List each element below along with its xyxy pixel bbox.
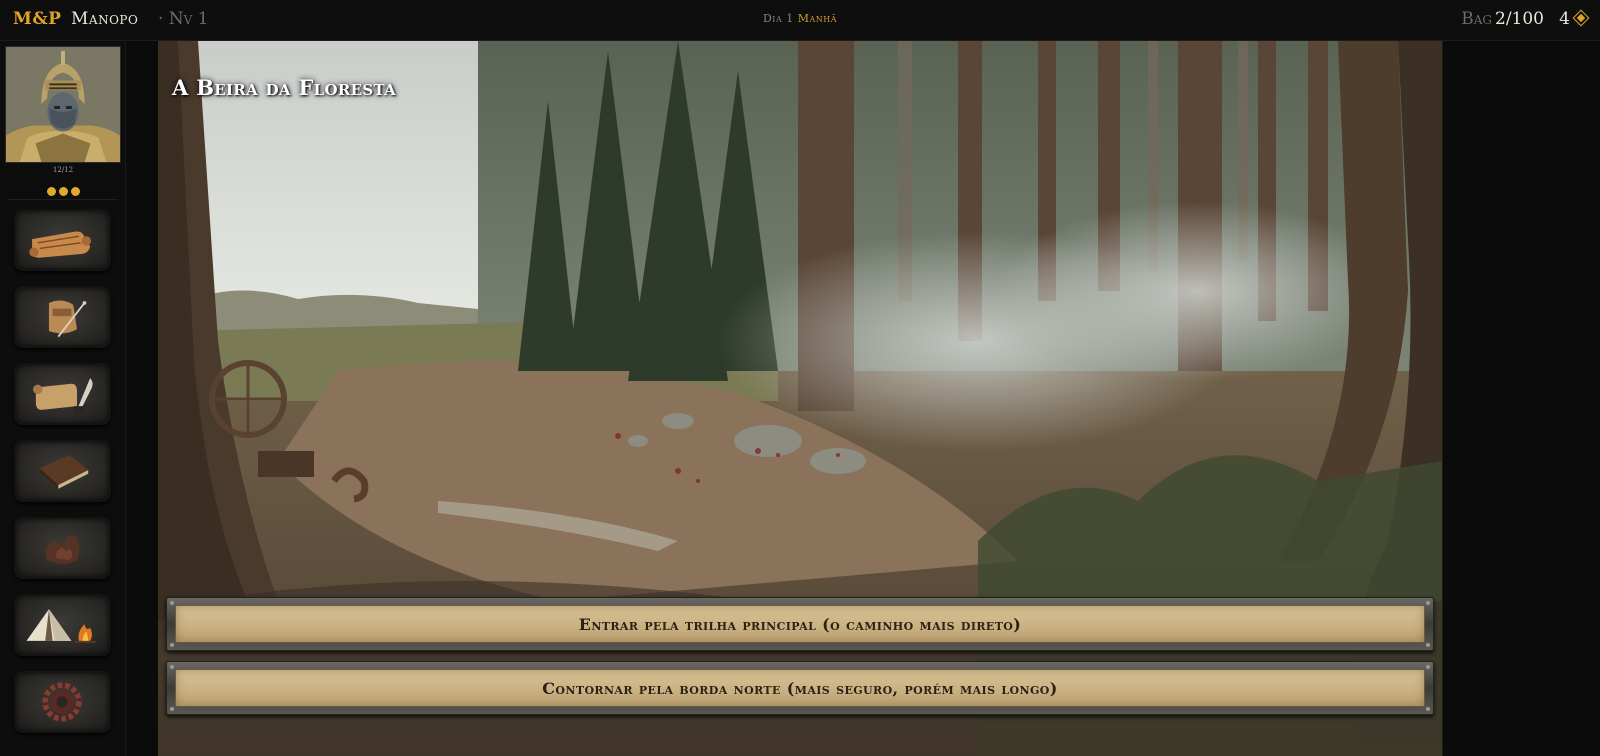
rivet bbox=[1426, 707, 1430, 711]
rivet bbox=[170, 601, 174, 605]
rivet bbox=[170, 665, 174, 669]
top-bar: M&P Manopo · Nv 1 Dia 1 Manhã Bag 2/100 4 bbox=[0, 0, 1600, 41]
settings-gear-icon bbox=[42, 682, 82, 722]
choice-north-edge-button[interactable]: Contornar pela borda norte (mais seguro,… bbox=[166, 661, 1434, 715]
map-scroll-icon bbox=[29, 231, 92, 258]
rivet bbox=[1426, 643, 1430, 647]
skills-button[interactable] bbox=[14, 517, 111, 579]
period-label: Manhã bbox=[797, 12, 838, 25]
gold-counter: 4 bbox=[1559, 9, 1590, 29]
choice-main-trail-button[interactable]: Entrar pela trilha principal (o caminho … bbox=[166, 597, 1434, 651]
choice-label: Entrar pela trilha principal (o caminho … bbox=[578, 614, 1022, 634]
scene-view: A Beira da Floresta Entrar pela trilha p… bbox=[158, 41, 1442, 756]
gold-amount: 4 bbox=[1559, 9, 1570, 29]
map-button[interactable] bbox=[14, 209, 111, 271]
right-panel bbox=[1442, 41, 1600, 756]
rivet bbox=[170, 707, 174, 711]
skills-flame-icon bbox=[45, 535, 80, 564]
quests-button[interactable] bbox=[14, 363, 111, 425]
hp-counter: 12/12 bbox=[52, 166, 74, 174]
action-point-pip bbox=[70, 187, 80, 196]
bag-label: Bag bbox=[1461, 9, 1492, 29]
rivet bbox=[1426, 665, 1430, 669]
bag-count: 2/100 bbox=[1495, 9, 1544, 29]
camp-button[interactable] bbox=[14, 594, 111, 656]
day-label: Dia 1 bbox=[762, 12, 794, 25]
bag-capacity[interactable]: Bag 2/100 bbox=[1461, 9, 1544, 29]
quest-scroll-quill-icon bbox=[33, 378, 93, 414]
inventory-button[interactable] bbox=[14, 286, 111, 348]
character-portrait[interactable] bbox=[5, 46, 121, 163]
camp-tent-icon bbox=[26, 609, 96, 643]
action-points bbox=[0, 181, 126, 200]
action-point-pip bbox=[46, 187, 56, 196]
rivet bbox=[1426, 601, 1430, 605]
action-point-pip bbox=[58, 187, 68, 196]
choice-plate: Contornar pela borda norte (mais seguro,… bbox=[175, 669, 1425, 707]
location-title: A Beira da Floresta bbox=[172, 75, 397, 100]
inventory-bag-icon bbox=[48, 300, 87, 338]
journal-book-icon bbox=[39, 455, 89, 489]
choice-plate: Entrar pela trilha principal (o caminho … bbox=[175, 605, 1425, 643]
journal-button[interactable] bbox=[14, 440, 111, 502]
day-time-indicator: Dia 1 Manhã bbox=[0, 12, 1600, 25]
armored-knight-portrait-icon bbox=[6, 47, 120, 162]
sidebar: 12/12 bbox=[0, 41, 126, 756]
choice-label: Contornar pela borda norte (mais seguro,… bbox=[542, 678, 1058, 698]
diamond-coin-icon bbox=[1572, 9, 1590, 27]
rivet bbox=[170, 643, 174, 647]
sidebar-divider bbox=[8, 199, 118, 200]
settings-button[interactable] bbox=[14, 671, 111, 733]
